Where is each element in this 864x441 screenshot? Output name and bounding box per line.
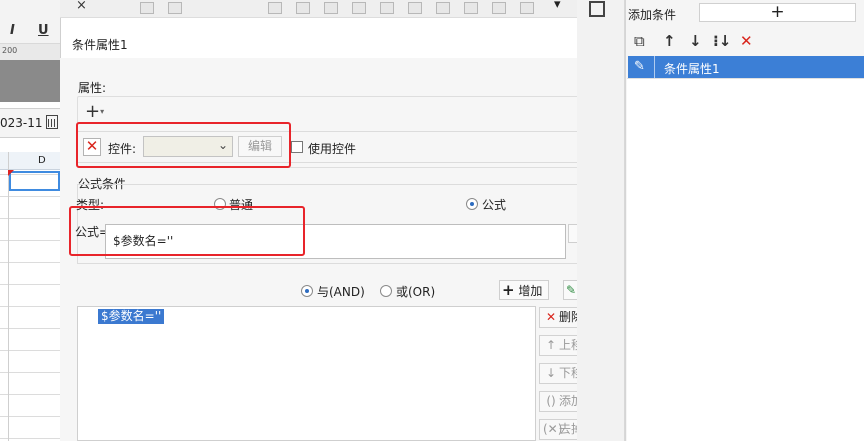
ruler-mark: 200 — [2, 46, 18, 55]
toolbar-icon[interactable] — [464, 2, 478, 14]
date-field[interactable]: 023-11 — [0, 108, 60, 138]
toolbar-icon[interactable] — [492, 2, 506, 14]
dialog-title: 条件属性1 — [72, 38, 128, 52]
toolbar-icon[interactable] — [324, 2, 338, 14]
dialog-top-strip: × — [60, 0, 625, 18]
toolbar-icon[interactable] — [296, 2, 310, 14]
arrow-down-icon: ↓ — [545, 366, 557, 380]
panel-layout-icon[interactable] — [589, 1, 605, 17]
toolbar-icon[interactable] — [140, 2, 154, 14]
condition-item-label: 条件属性1 — [664, 62, 720, 76]
use-control-label: 使用控件 — [308, 142, 357, 156]
add-condition-plus-button[interactable]: + — [699, 3, 856, 22]
underline-button[interactable]: U — [38, 23, 49, 38]
brackets-icon: () — [546, 394, 556, 408]
arrow-down-icon[interactable]: ↓ — [689, 32, 702, 50]
selected-cell[interactable] — [9, 171, 60, 191]
spreadsheet-grid[interactable] — [0, 152, 60, 441]
ruler: 200 — [0, 44, 60, 60]
logic-and-radio[interactable] — [301, 285, 313, 297]
type-formula-radio[interactable] — [466, 198, 478, 210]
conditions-panel-list[interactable] — [627, 78, 864, 441]
toolbar-icon[interactable] — [380, 2, 394, 14]
background-toolbar: I U — [0, 0, 60, 44]
logic-or-label: 或(OR) — [396, 285, 436, 299]
arrow-up-icon[interactable]: ↑ — [663, 32, 676, 50]
add-condition-label: 增加 — [518, 284, 543, 298]
highlight-frame-control — [76, 122, 291, 168]
conditions-panel-title: 添加条件 — [628, 8, 677, 22]
toolbar-icon[interactable] — [408, 2, 422, 14]
dropdown-arrow-icon[interactable]: ▾ — [554, 0, 561, 12]
item-separator — [654, 56, 655, 78]
toolbar-icon[interactable] — [520, 2, 534, 14]
background-dark-area — [0, 60, 60, 102]
date-text: 023-11 — [0, 116, 43, 130]
type-formula-label: 公式 — [482, 198, 507, 212]
toolbar-icon[interactable] — [268, 2, 282, 14]
logic-or-radio[interactable] — [380, 285, 392, 297]
list-item[interactable]: $参数名='' — [98, 309, 165, 324]
sort-icon[interactable]: ⁝↓ — [713, 32, 731, 50]
remove-brackets-icon: (✕) — [543, 422, 563, 436]
use-control-checkbox[interactable] — [291, 141, 303, 153]
close-icon[interactable]: × — [76, 0, 87, 13]
right-gutter: ▾ — [554, 0, 625, 441]
delete-x-icon[interactable]: ✕ — [740, 32, 753, 50]
row-header-separator — [8, 152, 9, 441]
copy-icon[interactable]: ⧉ — [634, 32, 645, 50]
highlight-frame-formula — [69, 206, 305, 256]
plus-icon: + — [85, 101, 101, 122]
modify-icon: ✎ — [566, 283, 577, 297]
delete-x-icon: ✕ — [545, 310, 557, 324]
cell-marker-icon — [8, 170, 14, 176]
add-attribute-button[interactable]: +▾ — [85, 103, 113, 123]
conditions-list[interactable]: $参数名='' — [77, 306, 536, 441]
italic-button[interactable]: I — [10, 23, 15, 38]
calendar-icon[interactable] — [46, 115, 58, 129]
arrow-up-icon: ↑ — [545, 338, 557, 352]
plus-icon: + — [502, 281, 515, 299]
toolbar-icon[interactable] — [352, 2, 366, 14]
caret-down-icon: ▾ — [100, 107, 105, 116]
add-condition-button[interactable]: + 增加 — [499, 280, 549, 300]
toolbar-icon[interactable] — [168, 2, 182, 14]
condition-list-item-selected[interactable]: ✎ 条件属性1 — [628, 56, 864, 78]
logic-and-label: 与(AND) — [317, 285, 365, 299]
conditions-panel-toolbar: ⧉ ↑ ↓ ⁝↓ ✕ — [627, 31, 864, 55]
attributes-section-label: 属性: — [78, 81, 107, 95]
toolbar-icon[interactable] — [436, 2, 450, 14]
column-header-d[interactable]: D — [38, 155, 46, 166]
column-header-row: D — [0, 152, 60, 170]
pencil-icon: ✎ — [634, 59, 645, 74]
